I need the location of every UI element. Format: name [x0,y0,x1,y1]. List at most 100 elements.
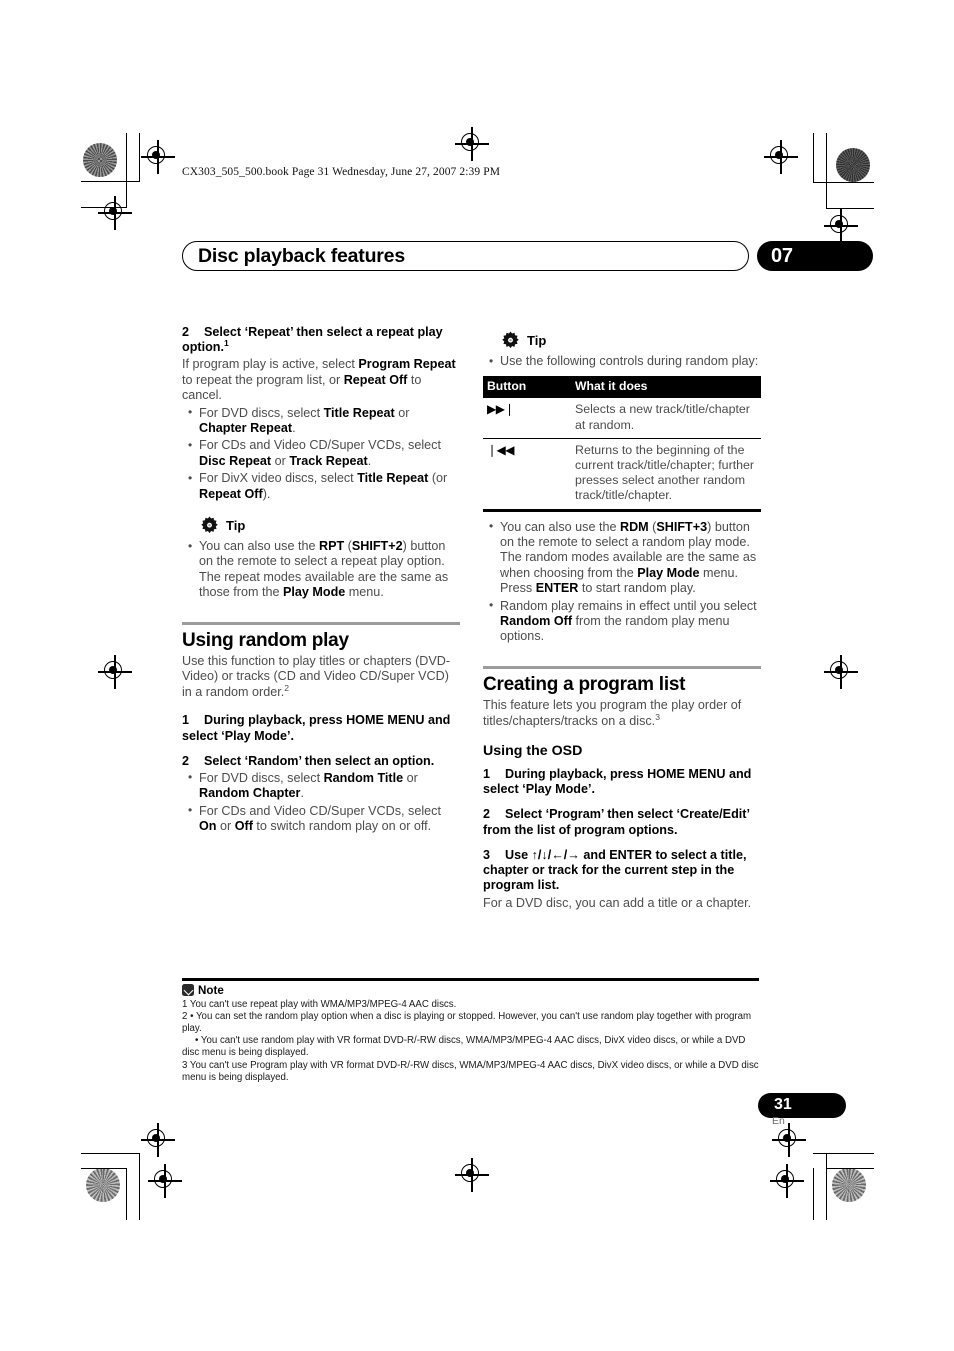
list-item: For DVD discs, select Title Repeat or Ch… [182,405,460,437]
halftone-circle-bottom-left [86,1168,120,1202]
footnote-2b: • You can't use random play with VR form… [182,1035,746,1059]
right-column: Tip Use the following controls during ra… [483,325,761,911]
page-title: Disc playback features [198,245,405,267]
body-text: If program play is active, select [182,357,359,372]
right-random-bullets: You can also use the RDM (SHIFT+3) butto… [483,519,761,645]
footnote-1: 1 You can't use repeat play with WMA/MP3… [182,998,457,1010]
tip-label: Tip [527,333,547,348]
left-tip-header: Tip [200,516,460,535]
registration-mark-bottom-left-b [148,1164,182,1198]
registration-mark-bottom-right-a [772,1123,806,1157]
table-header-row: Button What it does [483,376,761,399]
skip-back-icon: ❘◀◀ [483,438,571,512]
crop-line-tr-v2 [826,133,828,209]
page-number: 31 [774,1096,792,1113]
random-controls-table: Button What it does ▶▶❘ Selects a new tr… [483,376,761,512]
random-play-intro: Use this function to play titles or chap… [182,654,451,699]
crop-line-tl-h1 [81,181,140,183]
registration-mark-top-center [455,127,489,161]
registration-mark-bottom-center [455,1158,489,1192]
bold-term: Repeat Off [343,372,408,387]
note-block: Note 1 You can't use repeat play with WM… [182,978,759,1084]
column-header-button: Button [483,376,571,399]
list-item: For CDs and Video CD/Super VCDs, select … [182,438,460,469]
body-text: to repeat the program list, or [182,372,344,387]
crop-line-tr-h2 [826,208,874,210]
crop-line-bl-v1 [126,1168,128,1220]
halftone-circle-bottom-right [832,1168,866,1202]
crop-line-bl-v2 [139,1153,141,1220]
note-rule [182,978,759,981]
column-header-what-it-does: What it does [571,376,761,399]
note-label: Note [198,983,224,997]
table-cell-description: Selects a new track/title/chapter at ran… [571,398,761,439]
halftone-circle-top-left [83,143,117,177]
tip-label: Tip [226,518,246,534]
direction-arrows-icon: ↑/↓/←/→ [531,847,580,862]
registration-mark-top-left-a [141,140,175,174]
section-rule [483,665,761,670]
chapter-number-badge: 07 [757,241,873,271]
step-number: 2 [182,325,190,339]
crop-line-tl-v1 [126,133,128,208]
registration-mark-top-right-b [824,209,858,243]
table-row: ▶▶❘ Selects a new track/title/chapter at… [483,398,761,439]
table-row: ❘◀◀ Returns to the beginning of the curr… [483,438,761,512]
crop-line-bl-h1 [81,1153,140,1155]
crop-line-tr-h1 [813,182,874,184]
footnote-3: 3 You can't use Program play with VR for… [182,1059,759,1083]
program-step-3-body: For a DVD disc, you can add a title or a… [483,895,752,910]
registration-mark-left-mid [98,655,132,689]
list-item: You can also use the RPT (SHIFT+2) butto… [182,539,460,601]
halftone-circle-top-right [836,148,870,182]
random-step-2: 2 Select ‘Random’ then select an option. [182,753,435,768]
crop-line-tr-v1 [813,133,815,183]
gear-icon [502,331,519,349]
right-tip-bullets: Use the following controls during random… [483,353,761,369]
table-cell-description: Returns to the beginning of the current … [571,438,761,512]
list-item: You can also use the RDM (SHIFT+3) butto… [483,519,761,597]
left-step-2: 2 Select ‘Repeat’ then select a repeat pl… [182,325,460,355]
page-language-code: En [772,1115,785,1127]
subheading-using-the-osd: Using the OSD [483,743,583,760]
gear-icon [201,516,218,534]
section-rule [182,621,460,626]
crop-line-br-v2 [826,1153,828,1220]
registration-mark-bottom-right-b [770,1164,804,1198]
note-icon [182,984,194,997]
table-body: ▶▶❘ Selects a new track/title/chapter at… [483,398,761,512]
footnote-ref: 2 [284,682,289,693]
list-item: For CDs and Video CD/Super VCDs, select … [182,803,460,835]
crop-line-br-v1 [813,1168,815,1220]
random-step-1: 1 During playback, press HOME MENU and se… [182,713,451,743]
list-item: Random play remains in effect until you … [483,598,761,645]
section-heading-program-list: Creating a program list [483,674,686,696]
registration-mark-bottom-left-a [141,1123,175,1157]
footnote-ref: 1 [223,338,229,349]
crop-line-tl-v2 [139,133,141,181]
note-header: Note [182,984,759,997]
left-step-2-body: If program play is active, select Progra… [182,357,460,403]
section-heading-random-play: Using random play [182,630,349,652]
right-tip-header: Tip [501,331,761,350]
left-tip-bullets: You can also use the RPT (SHIFT+2) butto… [182,539,460,601]
crop-line-br-h1 [813,1153,874,1155]
left-column: 2 Select ‘Repeat’ then select a repeat pl… [182,325,460,837]
crop-line-tl-h2 [81,207,127,209]
registration-mark-right-mid [824,655,858,689]
list-item: Use the following controls during random… [483,353,761,369]
registration-mark-top-right-a [764,140,798,174]
program-list-intro: This feature lets you program the play o… [483,698,742,728]
list-item: For DVD discs, select Random Title or Ra… [182,770,460,802]
program-step-2: 2 Select ‘Program’ then select ‘Create/Ed… [483,807,750,837]
left-repeat-bullets: For DVD discs, select Title Repeat or Ch… [182,405,460,502]
table-header: Button What it does [483,376,761,399]
book-file-line: CX303_505_500.book Page 31 Wednesday, Ju… [182,166,501,178]
bold-term: Program Repeat [358,357,456,372]
crop-line-bl-h2 [81,1168,127,1170]
footnote-2: 2 • You can set the random play option w… [182,1010,752,1034]
footnote-ref: 3 [655,711,660,722]
skip-forward-icon: ▶▶❘ [483,398,571,439]
list-item: For DivX video discs, select Title Repea… [182,471,460,502]
chapter-number-text: 07 [771,245,793,267]
